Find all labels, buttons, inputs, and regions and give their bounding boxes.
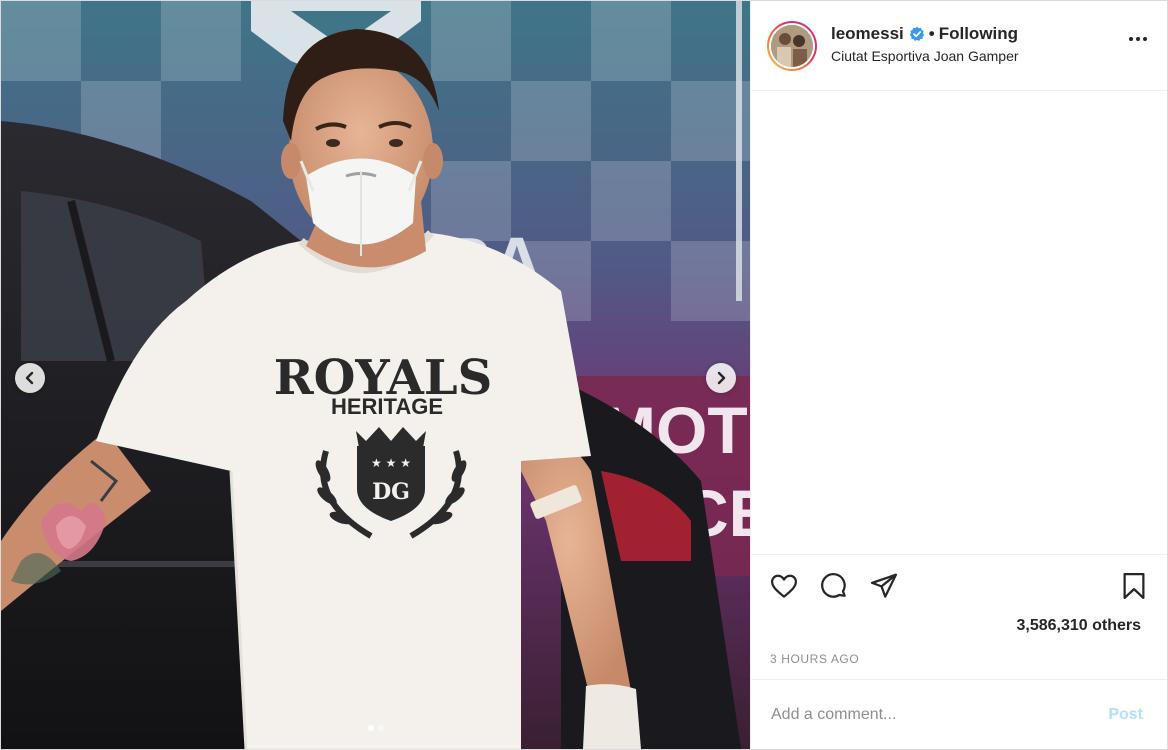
carousel-dot	[367, 725, 374, 731]
heart-icon	[771, 574, 797, 598]
post-header: leomessi • Following Ciutat Esportiva Jo…	[751, 1, 1167, 91]
following-button[interactable]: Following	[939, 24, 1018, 44]
location-link[interactable]: Ciutat Esportiva Joan Gamper	[831, 48, 1019, 64]
svg-text:★ ★ ★: ★ ★ ★	[371, 456, 411, 470]
comment-icon	[821, 573, 846, 598]
chevron-right-icon	[717, 371, 726, 385]
comment-input[interactable]	[771, 705, 1109, 724]
more-options-icon[interactable]	[1129, 37, 1147, 41]
avatar-image	[771, 24, 813, 67]
separator: •	[928, 23, 935, 43]
username-link[interactable]: leomessi	[831, 24, 904, 44]
paper-plane-icon	[871, 573, 897, 598]
bookmark-icon	[1123, 573, 1145, 599]
add-comment-bar: Post	[751, 679, 1167, 749]
profile-picture	[771, 24, 813, 67]
carousel-indicator	[1, 725, 750, 731]
share-button[interactable]	[869, 571, 899, 606]
post-photo: RA MOT CE	[1, 1, 750, 749]
likes-count[interactable]: 3,586,310 others	[1016, 617, 1141, 635]
post-side-panel: leomessi • Following Ciutat Esportiva Jo…	[750, 1, 1167, 749]
chevron-left-icon	[25, 371, 34, 385]
carousel-next-button[interactable]	[706, 363, 736, 393]
svg-text:HERITAGE: HERITAGE	[331, 394, 443, 419]
avatar[interactable]	[767, 20, 817, 71]
post-comment-button[interactable]: Post	[1108, 706, 1143, 724]
like-button[interactable]	[769, 571, 799, 606]
comment-button[interactable]	[819, 571, 849, 606]
post-timestamp[interactable]: 3 HOURS AGO	[770, 652, 859, 666]
carousel-prev-button[interactable]	[15, 363, 45, 393]
carousel-dot	[377, 725, 384, 731]
post-container: RA MOT CE	[0, 0, 1168, 750]
comments-area	[751, 91, 1167, 554]
post-actions: 3,586,310 others 3 HOURS AGO	[751, 554, 1167, 679]
save-button[interactable]	[1119, 571, 1149, 606]
verified-badge-icon	[909, 26, 925, 42]
svg-text:DG: DG	[372, 479, 410, 505]
post-media[interactable]: RA MOT CE	[1, 1, 750, 749]
